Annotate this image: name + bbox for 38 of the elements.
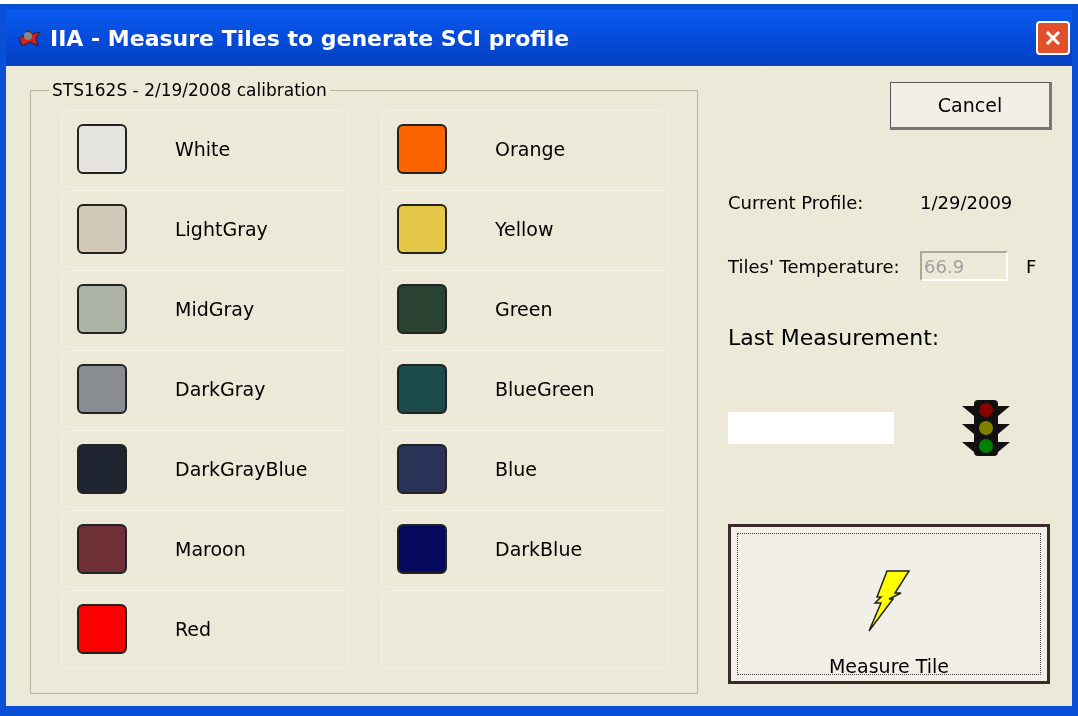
tile-label: BlueGreen (495, 378, 595, 400)
tile-panel[interactable]: DarkBlue (381, 510, 669, 588)
measure-tile-button[interactable]: Measure Tile (728, 524, 1050, 684)
tile-panel[interactable]: Maroon (61, 510, 349, 588)
cancel-button[interactable]: Cancel (890, 82, 1052, 130)
tile-panel[interactable]: BlueGreen (381, 350, 669, 428)
tile-panel[interactable]: White (61, 110, 349, 188)
field-label: Tiles' Temperature: (728, 255, 901, 277)
tile-panel[interactable]: Green (381, 270, 669, 348)
tile-label: Maroon (175, 538, 246, 560)
tile-label: MidGray (175, 298, 255, 320)
lightning-bolt-icon (867, 569, 911, 633)
tile-label: DarkGrayBlue (175, 458, 308, 480)
tile-label: DarkBlue (495, 538, 583, 560)
tile-panel[interactable]: Red (61, 590, 349, 668)
tile-panel[interactable]: DarkGray (61, 350, 349, 428)
tile-panel[interactable]: Yellow (381, 190, 669, 268)
window-title: IIA - Measure Tiles to generate SCI profile (50, 25, 571, 51)
tile-panel[interactable]: MidGray (61, 270, 349, 348)
tile-panel[interactable]: Orange (381, 110, 669, 188)
field-label: Current Profile: (728, 192, 865, 213)
tile-label: White (175, 138, 231, 160)
tile-label: DarkGray (175, 378, 266, 400)
tile-panel[interactable]: LightGray (61, 190, 349, 268)
tile-label: Green (495, 298, 553, 320)
tile-panel[interactable]: Blue (381, 430, 669, 508)
tile-label: Yellow (495, 218, 554, 240)
tile-label: Orange (495, 138, 566, 160)
close-icon (1043, 28, 1063, 48)
tile-label: Blue (495, 458, 538, 480)
group-caption: STS162S - 2/19/2008 calibration (51, 80, 328, 100)
tile-label: LightGray (175, 218, 268, 240)
tile-label: Red (175, 618, 212, 640)
unit-label: F (1026, 255, 1037, 277)
close-button[interactable] (1036, 21, 1070, 55)
tile-panel[interactable]: DarkGrayBlue (61, 430, 349, 508)
profile-date: 1/29/2009 (920, 192, 1013, 213)
section-label: Last Measurement: (728, 325, 941, 350)
